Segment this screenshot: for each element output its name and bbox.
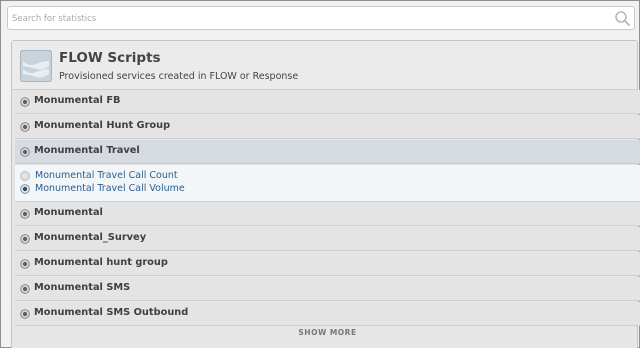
search-input[interactable] <box>12 10 607 27</box>
radio-unselected-icon[interactable] <box>20 171 30 181</box>
script-row-label: Monumental hunt group <box>34 257 168 268</box>
radio-icon[interactable] <box>20 284 30 294</box>
radio-icon[interactable] <box>20 122 30 132</box>
script-row-label: Monumental_Survey <box>34 232 147 243</box>
script-row-label: Monumental SMS <box>34 282 131 293</box>
show-more-button[interactable]: SHOW MORE <box>15 324 640 342</box>
script-row-monumental-sms[interactable]: Monumental SMS <box>15 277 640 301</box>
radio-icon[interactable] <box>20 309 30 319</box>
script-row-monumental-survey[interactable]: Monumental_Survey <box>15 227 640 251</box>
script-row-label: Monumental <box>34 207 103 218</box>
radio-icon[interactable] <box>20 259 30 269</box>
script-row-monumental-travel[interactable]: Monumental Travel <box>15 140 640 164</box>
statistic-label: Monumental Travel Call Count <box>35 170 178 181</box>
radio-icon[interactable] <box>20 147 30 157</box>
radio-icon[interactable] <box>20 209 30 219</box>
radio-icon[interactable] <box>20 97 30 107</box>
flow-scripts-panel: FLOW Scripts Provisioned services create… <box>11 40 640 348</box>
script-row-monumental-sms-outbound[interactable]: Monumental SMS Outbound <box>15 302 640 326</box>
flow-scripts-icon <box>20 50 52 82</box>
statistic-label: Monumental Travel Call Volume <box>35 183 185 194</box>
panel-title: FLOW Scripts <box>59 50 161 66</box>
radio-icon[interactable] <box>20 234 30 244</box>
script-row-monumental[interactable]: Monumental <box>15 202 640 226</box>
panel-subtitle: Provisioned services created in FLOW or … <box>59 71 299 82</box>
radio-selected-icon[interactable] <box>20 184 30 194</box>
script-row-label: Monumental Hunt Group <box>34 120 171 131</box>
script-row-label: Monumental Travel <box>34 145 140 156</box>
script-row-monumental-hunt-group-lower[interactable]: Monumental hunt group <box>15 252 640 276</box>
search-icon[interactable] <box>614 10 631 27</box>
monumental-travel-statistics: Monumental Travel Call Count Monumental … <box>15 165 640 202</box>
script-row-monumental-fb[interactable]: Monumental FB <box>15 90 640 114</box>
script-row-label: Monumental FB <box>34 95 121 106</box>
panel-header: FLOW Scripts Provisioned services create… <box>12 41 637 90</box>
panel-footer <box>12 344 637 348</box>
script-row-monumental-hunt-group[interactable]: Monumental Hunt Group <box>15 115 640 139</box>
search-box[interactable] <box>7 6 635 30</box>
statistics-window: FLOW Scripts Provisioned services create… <box>0 0 640 348</box>
script-row-label: Monumental SMS Outbound <box>34 307 189 318</box>
